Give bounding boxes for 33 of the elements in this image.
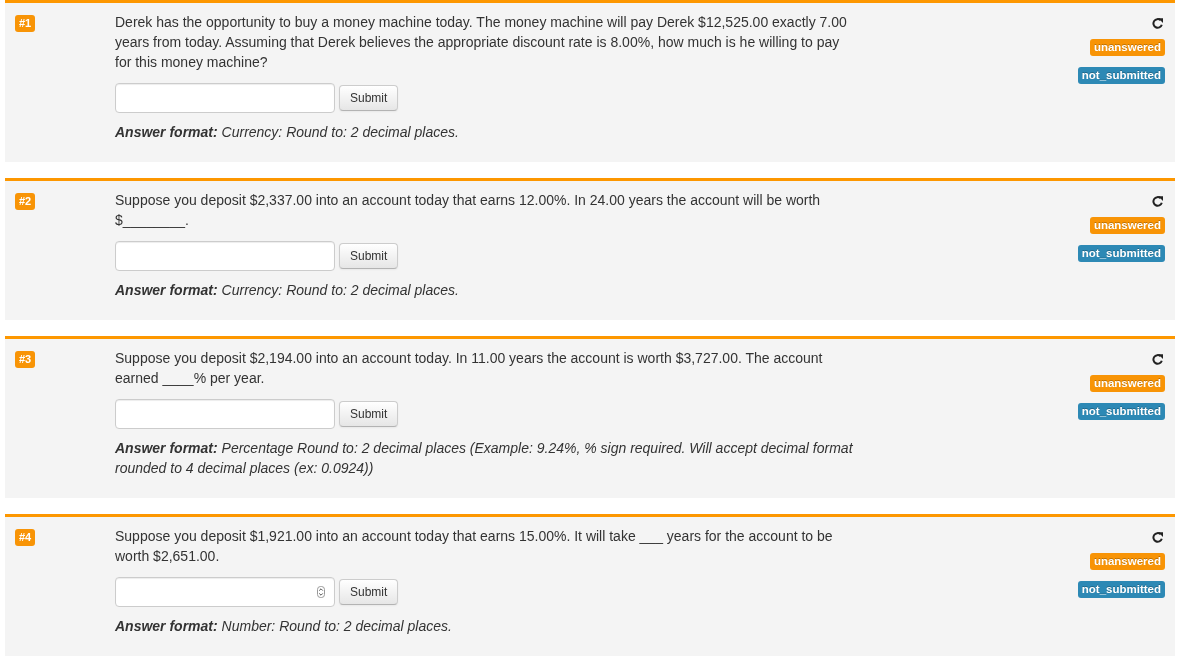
spinner-icon[interactable] xyxy=(317,586,325,598)
question-number: #3 xyxy=(15,351,36,368)
submit-button[interactable]: Submit xyxy=(339,401,399,427)
answer-format-text: Answer format: Number: Round to: 2 decimal places. xyxy=(115,617,453,636)
answer-field[interactable] xyxy=(115,399,335,429)
status-label: unanswered xyxy=(1089,217,1165,234)
status-label: not_submitted xyxy=(1077,67,1165,84)
answer-format-text: Answer format: Currency: Round to: 2 decimal places. xyxy=(115,123,460,142)
status-label: not_submitted xyxy=(1077,245,1165,262)
question-text: Suppose you deposit $1,921.00 into an account today that earns 15.00%. It will take ___ years for the account to be worth $2,651.00. xyxy=(115,527,834,566)
status-label: not_submitted xyxy=(1077,403,1165,420)
circular-arrow-icon[interactable] xyxy=(1152,532,1163,543)
question-text: Derek has the opportunity to buy a money machine today. The money machine will pay Derek $12,525.00 exactly 7.00 years from today. Assuming that Derek believes the appropriate discount rate is 8.00%, how much is he willing to pay for this money machine? xyxy=(115,13,848,72)
circular-arrow-icon[interactable] xyxy=(1152,354,1163,365)
question-number: #1 xyxy=(15,15,36,32)
status-label: unanswered xyxy=(1089,39,1165,56)
question-text: Suppose you deposit $2,337.00 into an account today that earns 12.00%. In 24.00 years the account will be worth $________. xyxy=(115,191,822,230)
submit-button[interactable]: Submit xyxy=(339,85,399,111)
answer-format-text: Answer format: Currency: Round to: 2 decimal places. xyxy=(115,281,460,300)
answer-format-text: Answer format: Percentage Round to: 2 decimal places (Example: 9.24%, % sign required. Will accept decimal format rounded to 4 decimal places (ex: 0.0924)) xyxy=(115,439,854,478)
status-label: unanswered xyxy=(1089,375,1165,392)
status-label: unanswered xyxy=(1089,553,1165,570)
answer-field[interactable] xyxy=(115,577,335,607)
answer-field[interactable] xyxy=(115,241,335,271)
question-number: #4 xyxy=(15,529,36,546)
question-number: #2 xyxy=(15,193,36,210)
circular-arrow-icon[interactable] xyxy=(1152,18,1163,29)
circular-arrow-icon[interactable] xyxy=(1152,196,1163,207)
submit-button[interactable]: Submit xyxy=(339,579,399,605)
question-text: Suppose you deposit $2,194.00 into an account today. In 11.00 years the account is worth $3,727.00. The account earned ____% per year. xyxy=(115,349,824,388)
answer-field[interactable] xyxy=(115,83,335,113)
status-label: not_submitted xyxy=(1077,581,1165,598)
submit-button[interactable]: Submit xyxy=(339,243,399,269)
